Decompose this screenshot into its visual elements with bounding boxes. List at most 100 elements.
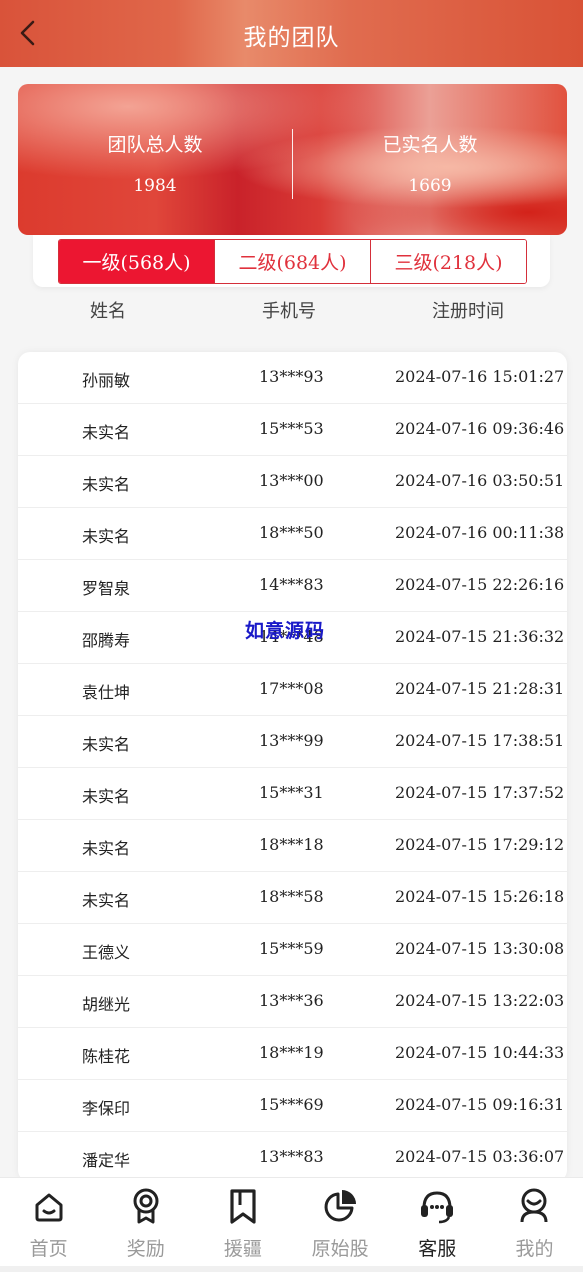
member-register-time: 2024-07-15 10:44:33 bbox=[395, 1043, 565, 1062]
table-row: 未实名 18***18 2024-07-15 17:29:12 bbox=[18, 820, 567, 872]
tab-level-2[interactable]: 二级(684人) bbox=[214, 240, 370, 283]
home-indicator bbox=[0, 1266, 583, 1272]
member-name: 王德义 bbox=[82, 943, 131, 962]
member-name: 孙丽敏 bbox=[82, 371, 131, 390]
column-header-time: 注册时间 bbox=[432, 301, 504, 322]
member-register-time: 2024-07-15 03:36:07 bbox=[395, 1147, 565, 1166]
page-title: 我的团队 bbox=[243, 25, 340, 51]
nav-label: 我的 bbox=[515, 1238, 554, 1260]
member-register-time: 2024-07-15 22:26:16 bbox=[395, 575, 565, 594]
member-phone: 15***53 bbox=[259, 419, 324, 438]
nav-item-3[interactable]: 援疆 bbox=[194, 1178, 291, 1272]
user-icon bbox=[520, 1188, 548, 1223]
member-phone: 18***19 bbox=[259, 1043, 324, 1062]
tab-level-1[interactable]: 一级(568人) bbox=[59, 240, 214, 283]
headset-icon bbox=[421, 1191, 454, 1224]
member-register-time: 2024-07-15 15:26:18 bbox=[395, 887, 565, 906]
total-members-stat: 团队总人数 1984 bbox=[18, 84, 292, 235]
member-phone: 17***08 bbox=[259, 679, 324, 698]
member-phone: 15***59 bbox=[259, 939, 324, 958]
member-register-time: 2024-07-15 09:16:31 bbox=[395, 1095, 565, 1114]
member-register-time: 2024-07-16 00:11:38 bbox=[395, 523, 565, 542]
member-name: 胡继光 bbox=[82, 995, 131, 1014]
verified-members-stat: 已实名人数 1669 bbox=[293, 84, 567, 235]
member-name: 陈桂花 bbox=[82, 1047, 131, 1066]
member-register-time: 2024-07-15 17:29:12 bbox=[395, 835, 565, 854]
table-row: 胡继光 13***36 2024-07-15 13:22:03 bbox=[18, 976, 567, 1028]
member-name: 未实名 bbox=[82, 735, 131, 754]
member-phone: 18***58 bbox=[259, 887, 324, 906]
member-name: 未实名 bbox=[82, 527, 131, 546]
bookmark-icon bbox=[230, 1189, 256, 1224]
total-members-value: 1984 bbox=[133, 176, 177, 196]
nav-item-6[interactable]: 我的 bbox=[486, 1178, 583, 1272]
member-register-time: 2024-07-15 21:36:32 bbox=[395, 627, 565, 646]
member-name: 未实名 bbox=[82, 787, 131, 806]
member-register-time: 2024-07-15 17:38:51 bbox=[395, 731, 565, 750]
table-row: 未实名 15***53 2024-07-16 09:36:46 bbox=[18, 404, 567, 456]
nav-label: 首页 bbox=[29, 1238, 68, 1260]
table-row: 潘定华 13***83 2024-07-15 03:36:07 bbox=[18, 1132, 567, 1182]
tab-level-3[interactable]: 三级(218人) bbox=[370, 240, 526, 283]
member-name: 邵腾寿 bbox=[82, 631, 131, 650]
member-register-time: 2024-07-15 21:28:31 bbox=[395, 679, 565, 698]
member-phone: 18***50 bbox=[259, 523, 324, 542]
table-row: 未实名 13***99 2024-07-15 17:38:51 bbox=[18, 716, 567, 768]
table-row: 未实名 15***31 2024-07-15 17:37:52 bbox=[18, 768, 567, 820]
member-list[interactable]: 孙丽敏 13***93 2024-07-16 15:01:27 未实名 15***53 2… bbox=[18, 352, 567, 1182]
member-phone: 13***99 bbox=[259, 731, 324, 750]
member-name: 未实名 bbox=[82, 423, 131, 442]
watermark-text: 如意源码 bbox=[245, 620, 326, 642]
team-stats-card: 团队总人数 1984 已实名人数 1669 bbox=[18, 84, 567, 235]
bottom-nav: 首页 奖励 援疆 原始股 客服 我的 bbox=[0, 1177, 583, 1272]
total-members-label: 团队总人数 bbox=[107, 134, 203, 156]
nav-label: 客服 bbox=[418, 1238, 457, 1260]
top-bar: 我的团队 bbox=[0, 0, 583, 67]
member-name: 潘定华 bbox=[82, 1151, 131, 1170]
member-name: 未实名 bbox=[82, 891, 131, 910]
pie-chart-icon bbox=[324, 1190, 357, 1222]
member-phone: 15***69 bbox=[259, 1095, 324, 1114]
member-name: 未实名 bbox=[82, 839, 131, 858]
nav-item-1[interactable]: 首页 bbox=[0, 1178, 97, 1272]
table-row: 罗智泉 14***83 2024-07-15 22:26:16 bbox=[18, 560, 567, 612]
column-header-name: 姓名 bbox=[90, 301, 126, 322]
table-row: 李保印 15***69 2024-07-15 09:16:31 bbox=[18, 1080, 567, 1132]
member-register-time: 2024-07-16 09:36:46 bbox=[395, 419, 565, 438]
column-header-phone: 手机号 bbox=[262, 301, 316, 322]
member-phone: 13***36 bbox=[259, 991, 324, 1010]
table-row: 王德义 15***59 2024-07-15 13:30:08 bbox=[18, 924, 567, 976]
verified-members-value: 1669 bbox=[408, 176, 452, 196]
table-row: 孙丽敏 13***93 2024-07-16 15:01:27 bbox=[18, 352, 567, 404]
member-phone: 15***31 bbox=[259, 783, 324, 802]
member-name: 李保印 bbox=[82, 1099, 131, 1118]
member-phone: 13***93 bbox=[259, 367, 324, 386]
member-phone: 13***00 bbox=[259, 471, 324, 490]
member-name: 未实名 bbox=[82, 475, 131, 494]
member-phone: 13***83 bbox=[259, 1147, 324, 1166]
nav-item-2[interactable]: 奖励 bbox=[97, 1178, 194, 1272]
nav-label: 原始股 bbox=[311, 1238, 369, 1260]
table-header: 姓名 手机号 注册时间 bbox=[0, 297, 583, 327]
nav-item-5[interactable]: 客服 bbox=[389, 1178, 486, 1272]
member-register-time: 2024-07-16 15:01:27 bbox=[395, 367, 565, 386]
table-row: 袁仕坤 17***08 2024-07-15 21:28:31 bbox=[18, 664, 567, 716]
nav-item-4[interactable]: 原始股 bbox=[292, 1178, 389, 1272]
member-register-time: 2024-07-15 13:22:03 bbox=[395, 991, 565, 1010]
member-phone: 18***18 bbox=[259, 835, 324, 854]
member-name: 罗智泉 bbox=[82, 579, 131, 598]
verified-members-label: 已实名人数 bbox=[382, 134, 478, 156]
table-row: 陈桂花 18***19 2024-07-15 10:44:33 bbox=[18, 1028, 567, 1080]
level-tabs: 一级(568人) 二级(684人) 三级(218人) bbox=[58, 239, 527, 284]
member-name: 袁仕坤 bbox=[82, 683, 131, 702]
nav-label: 援疆 bbox=[223, 1238, 262, 1260]
table-row: 未实名 13***00 2024-07-16 03:50:51 bbox=[18, 456, 567, 508]
member-register-time: 2024-07-15 13:30:08 bbox=[395, 939, 565, 958]
member-register-time: 2024-07-16 03:50:51 bbox=[395, 471, 565, 490]
table-row: 未实名 18***58 2024-07-15 15:26:18 bbox=[18, 872, 567, 924]
table-row: 未实名 18***50 2024-07-16 00:11:38 bbox=[18, 508, 567, 560]
member-register-time: 2024-07-15 17:37:52 bbox=[395, 783, 565, 802]
member-phone: 14***83 bbox=[259, 575, 324, 594]
home-icon bbox=[35, 1193, 63, 1222]
medal-icon bbox=[133, 1188, 159, 1224]
